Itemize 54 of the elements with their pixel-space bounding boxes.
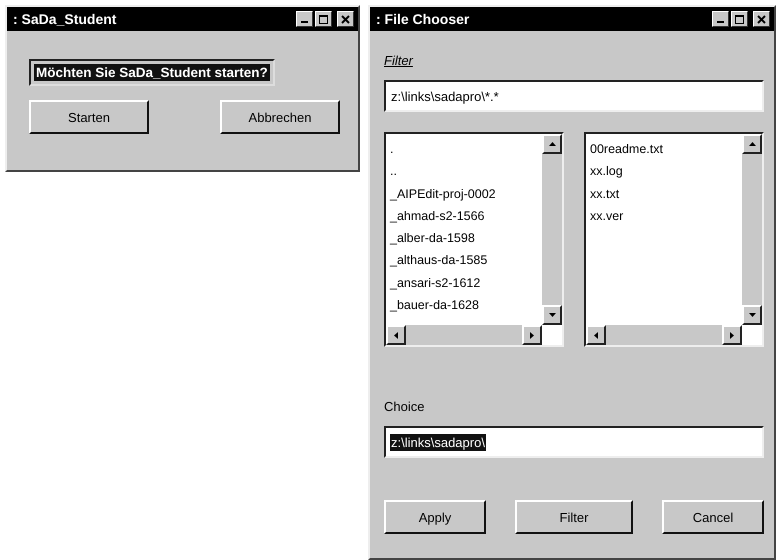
close-button[interactable]: [753, 11, 770, 27]
filter-field[interactable]: z:\links\sadapro\*.*: [384, 80, 764, 112]
scroll-up-button[interactable]: [542, 134, 562, 154]
dialog-button[interactable]: Abbrechen: [220, 100, 340, 134]
directory-item[interactable]: _AIPEdit-proj-0002: [390, 182, 538, 205]
choice-field[interactable]: z:\links\sadapro\: [384, 426, 764, 458]
dialog-button[interactable]: Cancel: [662, 500, 764, 534]
filter-label: Filter: [384, 53, 413, 68]
vertical-scrollbar[interactable]: [542, 134, 562, 325]
scroll-right-button[interactable]: [722, 325, 742, 345]
directory-item[interactable]: .: [390, 138, 538, 160]
left-arrow-icon: [594, 332, 598, 338]
left-arrow-icon: [394, 332, 398, 338]
maximize-icon: [735, 14, 744, 24]
file-item[interactable]: xx.txt: [590, 182, 738, 205]
scroll-down-button[interactable]: [742, 305, 762, 325]
right-arrow-icon: [730, 332, 734, 338]
directory-item[interactable]: _alber-da-1598: [390, 227, 538, 250]
scroll-down-button[interactable]: [542, 305, 562, 325]
down-arrow-icon: [748, 313, 756, 317]
directory-item[interactable]: ..: [390, 160, 538, 183]
dialog-button[interactable]: Starten: [29, 100, 149, 134]
maximize-icon: [319, 14, 328, 24]
window-title: : SaDa_Student: [13, 11, 116, 27]
directory-item[interactable]: _ansari-s2-1612: [390, 272, 538, 294]
minimize-button[interactable]: [296, 11, 313, 27]
dialog-button[interactable]: Apply: [384, 500, 486, 534]
vertical-scrollbar[interactable]: [742, 134, 762, 325]
down-arrow-icon: [548, 313, 556, 317]
horizontal-scrollbar[interactable]: [386, 325, 542, 345]
scroll-left-button[interactable]: [386, 325, 406, 345]
window-title: : File Chooser: [376, 11, 470, 27]
choice-label: Choice: [384, 399, 424, 414]
minimize-button[interactable]: [712, 11, 729, 27]
maximize-button[interactable]: [315, 11, 332, 27]
dialog-button[interactable]: Filter: [515, 500, 633, 534]
file-item[interactable]: 00readme.txt: [590, 138, 738, 160]
scroll-right-button[interactable]: [522, 325, 542, 345]
directory-item[interactable]: _ahmad-s2-1566: [390, 204, 538, 228]
directory-item[interactable]: _bauer-da-1628: [390, 294, 538, 316]
close-icon: [341, 14, 350, 24]
file-item[interactable]: xx.log: [590, 160, 738, 183]
scroll-left-button[interactable]: [586, 325, 606, 345]
directory-item[interactable]: _althaus-da-1585: [390, 249, 538, 272]
file-item[interactable]: xx.ver: [590, 204, 738, 228]
right-arrow-icon: [530, 332, 534, 338]
close-icon: [757, 14, 766, 24]
prompt-message: Möchten Sie SaDa_Student starten?: [34, 64, 270, 81]
maximize-button[interactable]: [731, 11, 748, 27]
up-arrow-icon: [548, 142, 556, 146]
close-button[interactable]: [337, 11, 354, 27]
scroll-up-button[interactable]: [742, 134, 762, 154]
horizontal-scrollbar[interactable]: [586, 325, 742, 345]
up-arrow-icon: [748, 142, 756, 146]
